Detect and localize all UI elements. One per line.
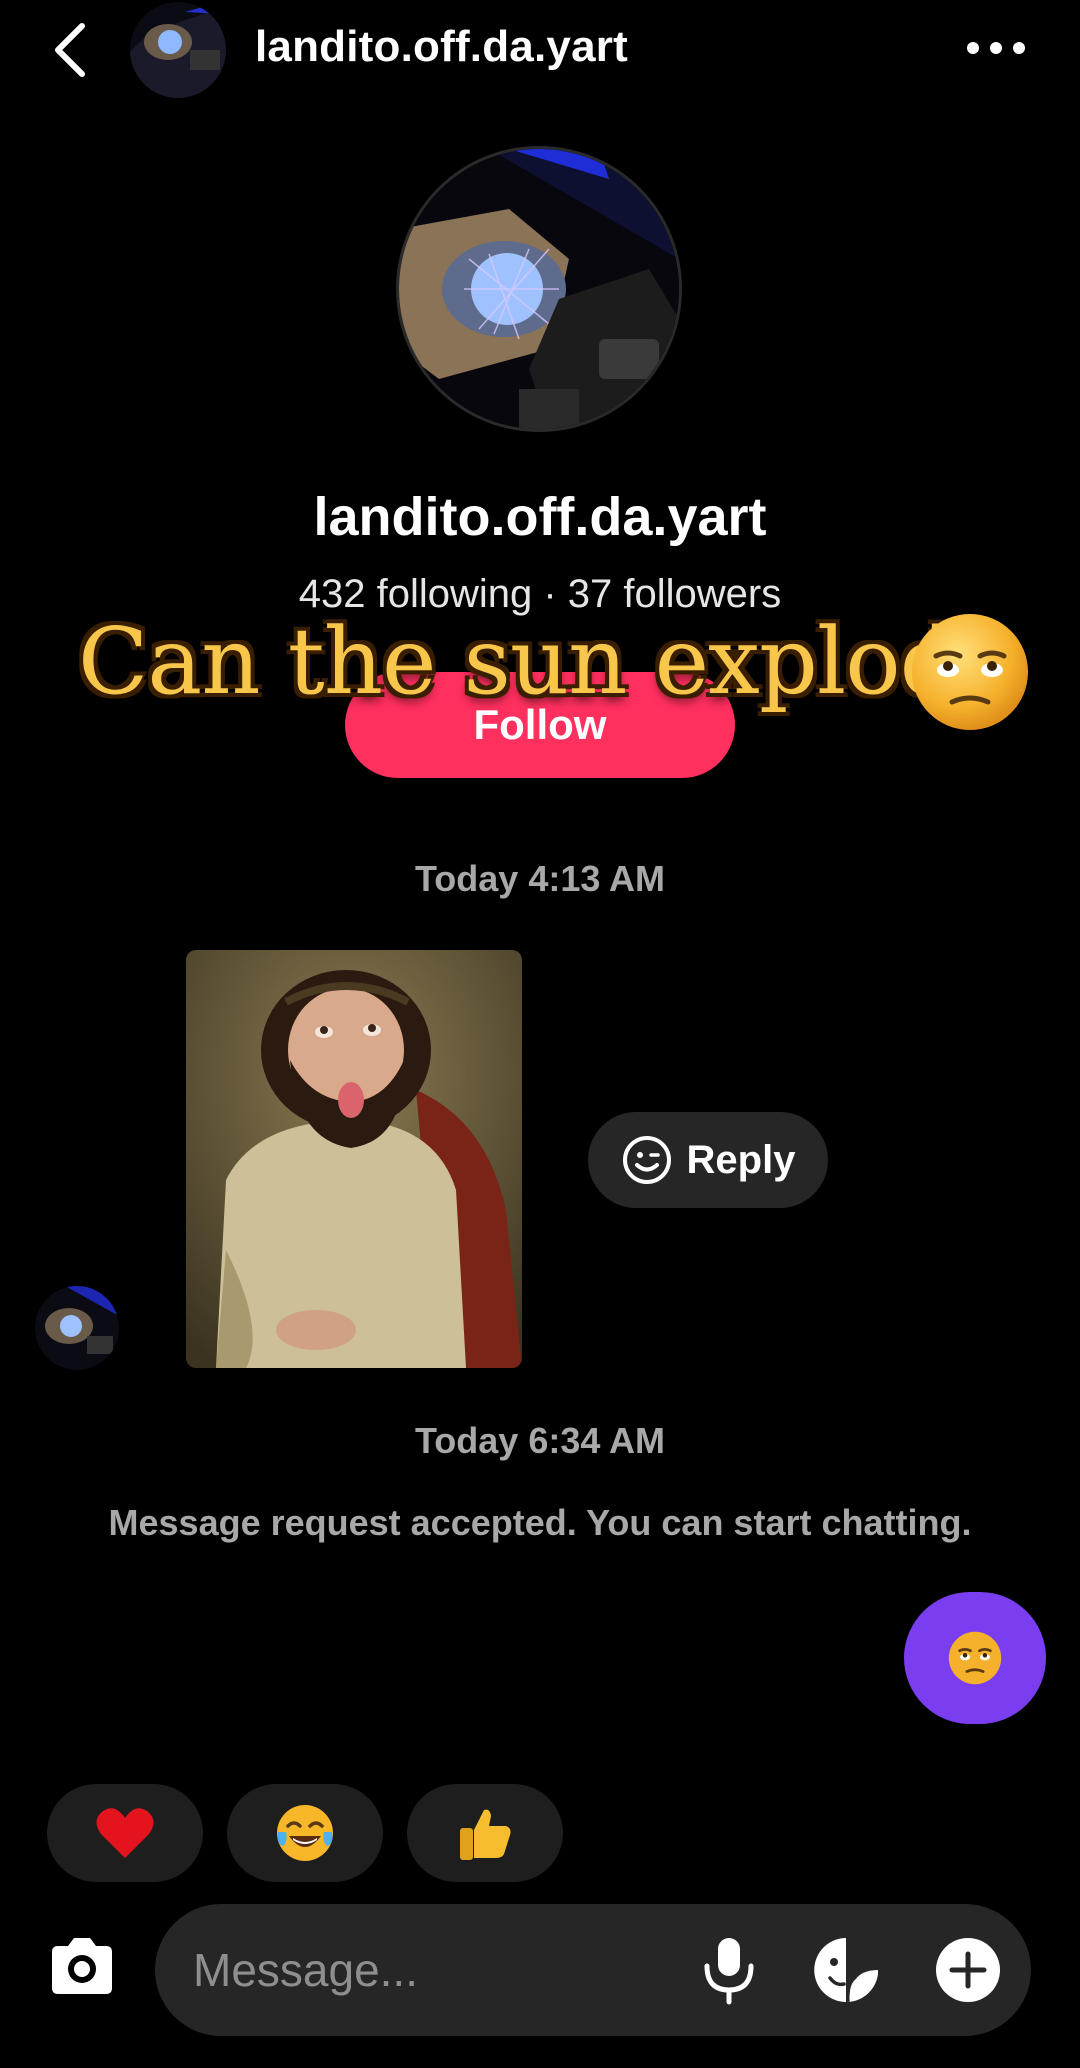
timestamp: Today 6:34 AM: [414, 1420, 666, 1461]
sticker-icon: [814, 1938, 878, 2002]
header-username[interactable]: landito.off.da.yart: [255, 22, 628, 72]
header-avatar[interactable]: [130, 2, 226, 98]
sender-avatar[interactable]: [35, 1286, 119, 1370]
voice-message-button[interactable]: [693, 1934, 765, 2006]
message-image: [186, 950, 522, 1368]
tears-of-joy-icon: [277, 1805, 333, 1861]
red-heart-icon: [96, 1808, 154, 1858]
quick-reaction-thumbs-up[interactable]: [407, 1784, 563, 1882]
reply-label: Reply: [686, 1137, 796, 1182]
add-attachment-button[interactable]: [932, 1934, 1004, 2006]
unamused-face-icon: [912, 614, 1028, 730]
message-input[interactable]: [193, 1904, 673, 2036]
camera-button[interactable]: [44, 1930, 120, 2006]
avatar-image: [130, 2, 226, 98]
quick-reaction-heart[interactable]: [47, 1784, 203, 1882]
microphone-icon: [704, 1938, 754, 2005]
profile-avatar[interactable]: [396, 146, 682, 432]
back-button[interactable]: [40, 14, 100, 86]
thumbs-up-icon: [460, 1809, 511, 1860]
sticker-button[interactable]: [810, 1934, 882, 2006]
smiley-icon: [622, 1136, 671, 1184]
timestamp: Today 4:13 AM: [414, 858, 666, 899]
chevron-left-icon: [55, 23, 85, 77]
sent-emoji-message[interactable]: [904, 1592, 1046, 1724]
overlay-caption: Can the sun explode: [78, 608, 1012, 715]
avatar-image: [35, 1286, 119, 1370]
reply-button[interactable]: Reply: [588, 1112, 828, 1208]
plus-circle-icon: [936, 1938, 1000, 2002]
more-options-button[interactable]: [956, 18, 1036, 78]
camera-icon: [52, 1938, 112, 1994]
unamused-face-icon: [948, 1631, 1002, 1685]
image-message[interactable]: [186, 950, 522, 1368]
more-horizontal-icon: [967, 42, 1025, 54]
system-message: Message request accepted. You can start …: [108, 1502, 972, 1543]
avatar-image: [399, 149, 679, 429]
profile-name: landito.off.da.yart: [313, 487, 767, 547]
quick-reaction-laugh[interactable]: [227, 1784, 383, 1882]
message-composer: [155, 1904, 1031, 2036]
